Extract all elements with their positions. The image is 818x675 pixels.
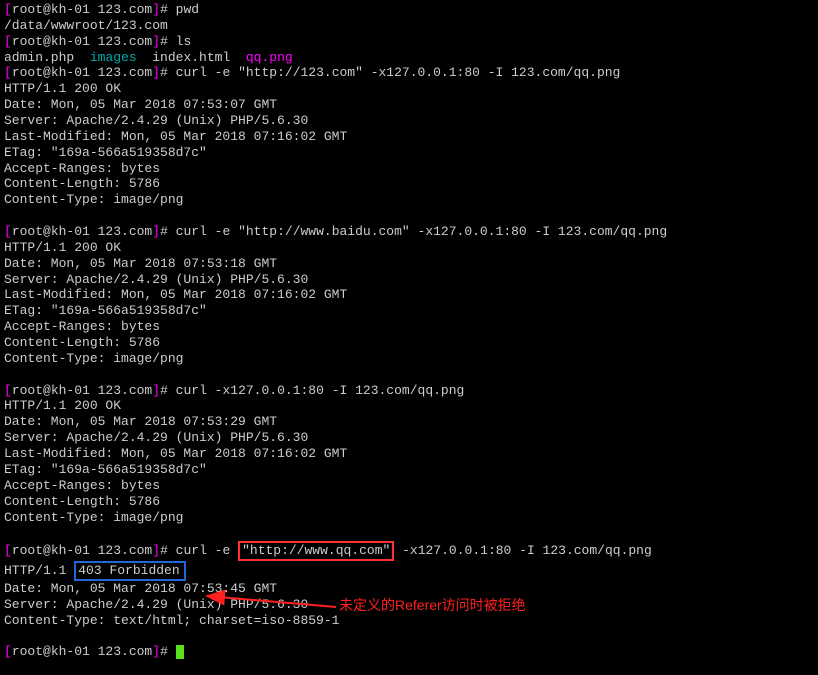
cmd-line-curl2: [root@kh-01 123.com]# curl -e "http://ww… — [4, 224, 814, 240]
output-line: Date: Mon, 05 Mar 2018 07:53:18 GMT — [4, 256, 814, 272]
output-line: Content-Type: image/png — [4, 510, 814, 526]
output-line: ETag: "169a-566a519358d7c" — [4, 145, 814, 161]
output-line: Last-Modified: Mon, 05 Mar 2018 07:16:02… — [4, 129, 814, 145]
output-line: Accept-Ranges: bytes — [4, 319, 814, 335]
output-line: ETag: "169a-566a519358d7c" — [4, 462, 814, 478]
output-line: /data/wwwroot/123.com — [4, 18, 814, 34]
output-line: Accept-Ranges: bytes — [4, 478, 814, 494]
prompt: root@kh-01 123.com — [12, 34, 152, 49]
output-line: Server: Apache/2.4.29 (Unix) PHP/5.6.30 — [4, 430, 814, 446]
cmd-post[interactable]: -x127.0.0.1:80 -I 123.com/qq.png — [394, 543, 651, 558]
output-line: Server: Apache/2.4.29 (Unix) PHP/5.6.30 — [4, 113, 814, 129]
cmd[interactable]: ls — [176, 34, 192, 49]
prompt-symbol: # — [160, 2, 176, 17]
output-line: Content-Type: image/png — [4, 351, 814, 367]
cmd-line-ls: [root@kh-01 123.com]# ls — [4, 34, 814, 50]
output-line: HTTP/1.1 403 Forbidden — [4, 561, 814, 581]
output-line: ETag: "169a-566a519358d7c" — [4, 303, 814, 319]
cmd-line-empty[interactable]: [root@kh-01 123.com]# — [4, 644, 814, 660]
blank-line — [4, 525, 814, 541]
file-admin: admin.php — [4, 50, 74, 65]
prompt: root@kh-01 123.com — [12, 2, 152, 17]
blank-line — [4, 629, 814, 645]
cmd-pre[interactable]: curl -e — [176, 543, 238, 558]
blank-line — [4, 367, 814, 383]
cmd[interactable]: curl -x127.0.0.1:80 -I 123.com/qq.png — [176, 383, 465, 398]
cursor-icon — [176, 645, 184, 659]
highlighted-status: 403 Forbidden — [74, 561, 185, 581]
blank-line — [4, 208, 814, 224]
cmd[interactable]: curl -e "http://www.baidu.com" -x127.0.0… — [176, 224, 667, 239]
cmd-line-curl1: [root@kh-01 123.com]# curl -e "http://12… — [4, 65, 814, 81]
cmd[interactable]: curl -e "http://123.com" -x127.0.0.1:80 … — [176, 65, 621, 80]
output-line: Date: Mon, 05 Mar 2018 07:53:29 GMT — [4, 414, 814, 430]
file-index: index.html — [152, 50, 230, 65]
cmd-line-curl3: [root@kh-01 123.com]# curl -x127.0.0.1:8… — [4, 383, 814, 399]
file-qqpng: qq.png — [246, 50, 293, 65]
output-line: Content-Type: text/html; charset=iso-885… — [4, 613, 814, 629]
output-line: Date: Mon, 05 Mar 2018 07:53:07 GMT — [4, 97, 814, 113]
output-line: Last-Modified: Mon, 05 Mar 2018 07:16:02… — [4, 287, 814, 303]
output-line: HTTP/1.1 200 OK — [4, 81, 814, 97]
annotation-text: 未定义的Referer访问时被拒绝 — [339, 597, 526, 614]
output-line: Content-Length: 5786 — [4, 176, 814, 192]
output-line: HTTP/1.1 200 OK — [4, 240, 814, 256]
output-line: Content-Length: 5786 — [4, 335, 814, 351]
highlighted-url: "http://www.qq.com" — [238, 541, 394, 561]
terminal-output: [root@kh-01 123.com]# pwd /data/wwwroot/… — [4, 2, 814, 660]
http-version: HTTP/1.1 — [4, 563, 66, 578]
output-line: HTTP/1.1 200 OK — [4, 398, 814, 414]
cmd-line-pwd: [root@kh-01 123.com]# pwd — [4, 2, 814, 18]
cmd[interactable]: pwd — [176, 2, 199, 17]
output-line: Date: Mon, 05 Mar 2018 07:53:45 GMT — [4, 581, 814, 597]
output-line: Content-Length: 5786 — [4, 494, 814, 510]
output-line: Accept-Ranges: bytes — [4, 161, 814, 177]
output-line: Server: Apache/2.4.29 (Unix) PHP/5.6.30 — [4, 272, 814, 288]
output-line: Content-Type: image/png — [4, 192, 814, 208]
output-line: Last-Modified: Mon, 05 Mar 2018 07:16:02… — [4, 446, 814, 462]
ls-output: admin.php images index.html qq.png — [4, 50, 814, 66]
cmd-line-curl4: [root@kh-01 123.com]# curl -e "http://ww… — [4, 541, 814, 561]
dir-images: images — [90, 50, 137, 65]
